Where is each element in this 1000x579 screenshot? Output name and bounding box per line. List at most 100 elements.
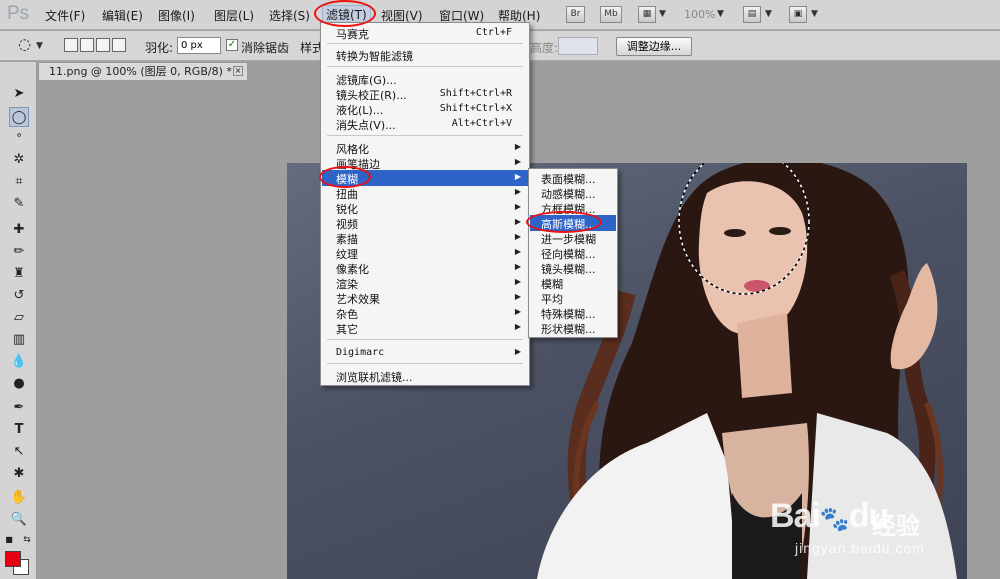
submenu-item-lens-blur[interactable]: 镜头模糊... (541, 261, 596, 277)
menu-item-digimarc[interactable]: Digimarc (336, 347, 384, 358)
history-brush-tool-icon[interactable]: ↺ (9, 286, 29, 306)
path-selection-tool-icon[interactable]: ↖ (9, 442, 29, 462)
menu-item-artistic[interactable]: 艺术效果 (336, 291, 380, 307)
submenu-item-blur[interactable]: 模糊 (541, 276, 563, 292)
submenu-item-shape-blur[interactable]: 形状模糊... (541, 321, 596, 337)
annotation-ring-gaussian-blur (526, 211, 602, 233)
shortcut-liquify: Shift+Ctrl+X (439, 103, 512, 114)
document-tab[interactable]: 11.png @ 100% (图层 0, RGB/8) * × (38, 62, 248, 80)
menu-item-distort[interactable]: 扭曲 (336, 186, 358, 202)
brush-tool-icon[interactable]: ✏ (9, 242, 29, 262)
mini-bridge-button[interactable]: Mb (600, 6, 622, 23)
blur-tool-icon[interactable]: 💧 (9, 352, 29, 372)
menu-separator (327, 66, 523, 67)
menu-edit[interactable]: 编辑(E) (102, 7, 143, 24)
shortcut-vanishing-point: Alt+Ctrl+V (451, 118, 512, 129)
menu-item-sharpen[interactable]: 锐化 (336, 201, 358, 217)
submenu-arrow-icon: ▶ (514, 172, 521, 181)
foreground-color-swatch[interactable] (5, 551, 21, 567)
add-to-selection-icon[interactable] (80, 38, 94, 52)
chevron-down-icon[interactable]: ▼ (659, 9, 666, 19)
menu-separator (327, 43, 523, 44)
refine-edge-button[interactable]: 调整边缘... (616, 37, 692, 56)
quick-selection-tool-icon[interactable]: ✲ (9, 150, 29, 170)
dodge-tool-icon[interactable]: ● (9, 374, 29, 394)
menu-item-lens-correction[interactable]: 镜头校正(R)... (336, 87, 407, 103)
menu-item-sketch[interactable]: 素描 (336, 231, 358, 247)
default-colors-icon[interactable]: ■ (4, 530, 14, 550)
feather-input[interactable] (177, 37, 221, 54)
crop-tool-icon[interactable]: ⌗ (9, 172, 29, 192)
shortcut-mosaic: Ctrl+F (475, 27, 512, 38)
feather-label: 羽化: (145, 41, 174, 55)
blur-submenu: 表面模糊... 动感模糊... 方框模糊... 高斯模糊... 进一步模糊 径向… (528, 168, 618, 338)
chevron-down-icon[interactable]: ▼ (765, 9, 772, 19)
subtract-from-selection-icon[interactable] (96, 38, 110, 52)
chevron-down-icon[interactable]: ▼ (36, 41, 43, 51)
elliptical-marquee-preset-icon[interactable]: ◌ (18, 35, 31, 53)
menu-item-browse-filters-online[interactable]: 浏览联机滤镜... (336, 369, 413, 385)
menu-item-video[interactable]: 视频 (336, 216, 358, 232)
submenu-arrow-icon: ▶ (514, 187, 521, 196)
clone-stamp-tool-icon[interactable]: ♜ (9, 264, 29, 284)
antialias-checkbox[interactable]: ✓ (226, 39, 238, 51)
annotation-ring-filter-menu (314, 0, 376, 27)
submenu-item-smart-blur[interactable]: 特殊模糊... (541, 306, 596, 322)
height-field[interactable] (558, 37, 598, 55)
menu-item-stylize[interactable]: 风格化 (336, 141, 369, 157)
menu-file[interactable]: 文件(F) (45, 7, 85, 24)
hand-tool-icon[interactable]: ✋ (9, 488, 29, 508)
elliptical-marquee-tool-icon[interactable]: ◯ (9, 107, 29, 127)
bridge-button[interactable]: Br (566, 6, 585, 23)
menu-layer[interactable]: 图层(L) (214, 7, 254, 24)
type-tool-icon[interactable]: T (9, 420, 29, 440)
gradient-tool-icon[interactable]: ▥ (9, 330, 29, 350)
lasso-tool-icon[interactable]: ᐤ (9, 129, 29, 149)
menu-item-vanishing-point[interactable]: 消失点(V)... (336, 117, 396, 133)
new-selection-icon[interactable] (64, 38, 78, 52)
pen-tool-icon[interactable]: ✒ (9, 398, 29, 418)
chevron-down-icon[interactable]: ▼ (811, 9, 818, 19)
zoom-tool-icon[interactable]: 🔍 (9, 510, 29, 530)
submenu-item-motion-blur[interactable]: 动感模糊... (541, 186, 596, 202)
submenu-item-radial-blur[interactable]: 径向模糊... (541, 246, 596, 262)
chevron-down-icon[interactable]: ▼ (717, 9, 724, 19)
zoom-level[interactable]: 100% (684, 8, 715, 21)
shortcut-lens-correction: Shift+Ctrl+R (439, 88, 512, 99)
submenu-arrow-icon: ▶ (514, 307, 521, 316)
swap-colors-icon[interactable]: ⇆ (22, 530, 32, 550)
menu-item-render[interactable]: 渲染 (336, 276, 358, 292)
toolbox: ➤ ◯ ᐤ ✲ ⌗ ✎ ✚ ✏ ♜ ↺ ▱ ▥ 💧 ● ✒ T ↖ ✱ ✋ 🔍 … (0, 62, 37, 579)
view-extras-button[interactable]: ▦ (638, 6, 656, 23)
shape-tool-icon[interactable]: ✱ (9, 464, 29, 484)
menu-item-liquify[interactable]: 液化(L)... (336, 102, 383, 118)
close-icon[interactable]: × (233, 66, 243, 76)
eraser-tool-icon[interactable]: ▱ (9, 308, 29, 328)
menu-item-convert-smart-filters[interactable]: 转换为智能滤镜 (336, 48, 413, 64)
menu-item-pixelate[interactable]: 像素化 (336, 261, 369, 277)
menu-separator (327, 339, 523, 340)
submenu-arrow-icon: ▶ (514, 277, 521, 286)
screen-mode-button[interactable]: ▣ (789, 6, 807, 23)
submenu-item-average[interactable]: 平均 (541, 291, 563, 307)
filter-menu-dropdown: 马赛克 Ctrl+F 转换为智能滤镜 滤镜库(G)... 镜头校正(R)... … (320, 22, 530, 386)
photoshop-logo: Ps (7, 3, 30, 24)
menu-item-other[interactable]: 其它 (336, 321, 358, 337)
antialias-label: 消除锯齿 (241, 41, 290, 55)
submenu-item-surface-blur[interactable]: 表面模糊... (541, 171, 596, 187)
eyedropper-tool-icon[interactable]: ✎ (9, 194, 29, 214)
menu-item-mosaic[interactable]: 马赛克 (336, 26, 369, 42)
spot-healing-tool-icon[interactable]: ✚ (9, 220, 29, 240)
menu-item-noise[interactable]: 杂色 (336, 306, 358, 322)
move-tool-icon[interactable]: ➤ (9, 84, 29, 104)
menu-image[interactable]: 图像(I) (158, 7, 195, 24)
menu-item-texture[interactable]: 纹理 (336, 246, 358, 262)
intersect-selection-icon[interactable] (112, 38, 126, 52)
annotation-ring-blur (319, 166, 371, 188)
arrange-documents-button[interactable]: ▤ (743, 6, 761, 23)
menu-item-filter-gallery[interactable]: 滤镜库(G)... (336, 72, 397, 88)
submenu-item-blur-more[interactable]: 进一步模糊 (541, 231, 596, 247)
submenu-arrow-icon: ▶ (514, 262, 521, 271)
menu-select[interactable]: 选择(S) (269, 7, 310, 24)
watermark-url: jingyan.baidu.com (795, 540, 925, 556)
